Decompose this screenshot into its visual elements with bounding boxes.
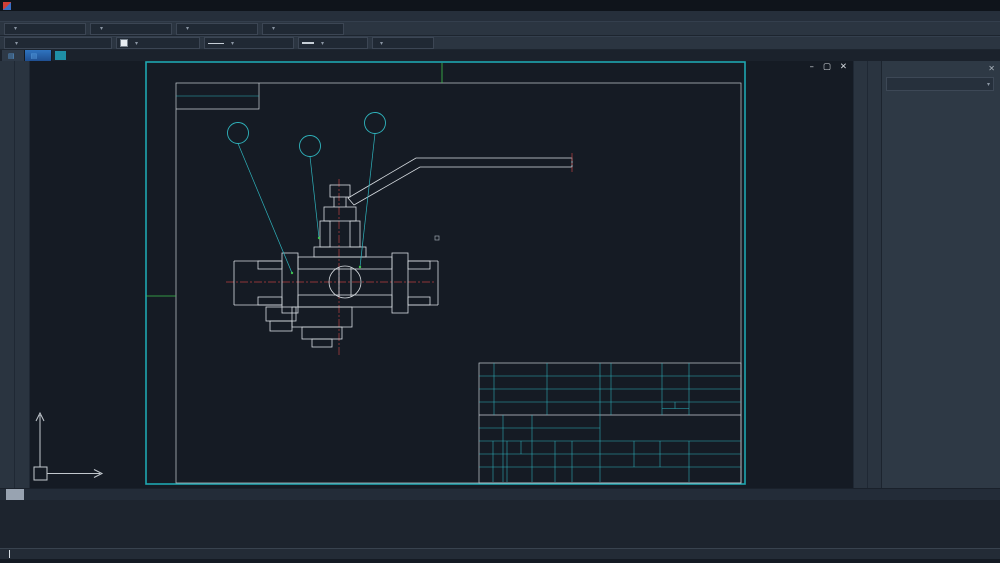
statusbar (0, 559, 1000, 563)
balloon-2[interactable] (300, 136, 321, 240)
tab-layout2[interactable] (42, 489, 60, 500)
child-window-controls: – ▢ ✕ (810, 63, 847, 72)
mechanical-toolbar (867, 61, 881, 488)
doc-tab-active[interactable]: ▤ (25, 50, 53, 61)
caret-down-icon: ▾ (987, 81, 990, 88)
selection-filter-combo[interactable]: ▾ (886, 77, 994, 91)
dimension-toolbar (853, 61, 867, 488)
table-style-combo[interactable]: ▾ (176, 23, 258, 35)
layout-tab-bar (0, 488, 1000, 500)
doc-close-button[interactable]: ✕ (840, 63, 847, 72)
ucs-icon (34, 413, 102, 480)
caret-down-icon: ▾ (100, 25, 103, 32)
linetype-combo[interactable]: ▾ (204, 37, 294, 49)
sheet-frame (146, 62, 745, 484)
modify-toolbar (15, 61, 30, 488)
lineweight-combo[interactable]: ▾ (298, 37, 368, 49)
dim-style-combo[interactable]: ▾ (90, 23, 172, 35)
caret-down-icon: ▾ (15, 40, 18, 47)
command-history[interactable] (0, 500, 1000, 548)
layer-combo[interactable]: ▾ (4, 37, 112, 49)
command-prompt[interactable] (0, 548, 1000, 559)
dwg-file-icon: ▤ (8, 52, 15, 60)
doc-restore-button[interactable]: ▢ (823, 63, 831, 72)
doc-minimize-button[interactable]: – (810, 63, 814, 72)
caret-down-icon: ▾ (380, 40, 383, 47)
color-combo[interactable]: ▾ (116, 37, 200, 49)
caret-down-icon: ▾ (321, 40, 324, 47)
document-tab-bar: ▤ ▤ (0, 50, 1000, 61)
lineweight-sample (302, 42, 314, 44)
drawing-view (30, 61, 853, 488)
text-cursor (9, 550, 10, 558)
plot-style-combo[interactable]: ▾ (372, 37, 434, 49)
tab-layout1[interactable] (24, 489, 42, 500)
layer-toolbar: ▾ ▾ ▾ ▾ ▾ (0, 36, 1000, 50)
properties-palette: ✕ ▾ (881, 61, 1000, 488)
new-tab-button[interactable] (55, 51, 66, 60)
text-style-combo[interactable]: ▾ (4, 23, 86, 35)
zwcad-window: ▾ ▾ ▾ ▾ ▾ ▾ (0, 0, 1000, 563)
balloon-3[interactable] (359, 113, 386, 269)
color-swatch (120, 39, 128, 47)
doc-tab-drawing1[interactable]: ▤ (2, 50, 25, 61)
dwg-file-icon: ▤ (31, 52, 38, 60)
palette-close-icon[interactable]: ✕ (988, 64, 995, 73)
caret-down-icon: ▾ (135, 40, 138, 47)
draw-toolbar (0, 61, 15, 488)
caret-down-icon: ▾ (231, 40, 234, 47)
valve-drawing[interactable] (226, 153, 572, 357)
titlebar (0, 0, 1000, 11)
caret-down-icon: ▾ (186, 25, 189, 32)
zwcad-logo-icon (3, 2, 11, 10)
menubar (0, 11, 1000, 21)
caret-down-icon: ▾ (272, 25, 275, 32)
caret-down-icon: ▾ (14, 25, 17, 32)
standard-toolbar: ▾ ▾ ▾ ▾ (0, 21, 1000, 36)
linetype-sample (208, 43, 224, 44)
title-block[interactable] (479, 363, 741, 483)
balloon-1[interactable] (228, 123, 294, 275)
mleader-style-combo[interactable]: ▾ (262, 23, 344, 35)
drawing-canvas[interactable]: – ▢ ✕ (30, 61, 853, 488)
tab-model[interactable] (6, 489, 24, 500)
